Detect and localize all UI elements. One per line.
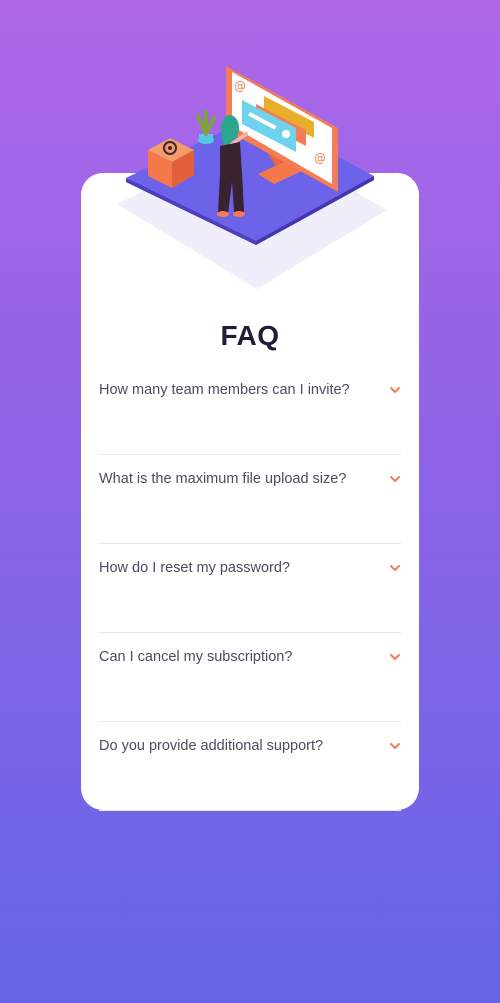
faq-item[interactable]: How do I reset my password? [99,544,401,633]
page-title: FAQ [220,320,280,351]
faq-item[interactable]: Do you provide additional support? [99,722,401,811]
faq-list: How many team members can I invite? What… [99,366,401,811]
chevron-down-icon[interactable] [389,384,401,396]
faq-item[interactable]: Can I cancel my subscription? [99,633,401,722]
woman-at-computer-illustration: @ @ [117,66,387,289]
chevron-down-icon[interactable] [389,562,401,574]
faq-question: How many team members can I invite? [99,382,350,398]
faq-question: What is the maximum file upload size? [99,471,347,487]
chevron-down-icon[interactable] [389,651,401,663]
faq-question: How do I reset my password? [99,560,290,576]
svg-text:@: @ [314,151,326,165]
faq-question: Do you provide additional support? [99,738,324,754]
faq-item[interactable]: What is the maximum file upload size? [99,455,401,544]
faq-item[interactable]: How many team members can I invite? [99,366,401,455]
svg-text:@: @ [234,79,246,93]
chevron-down-icon[interactable] [389,473,401,485]
chevron-down-icon[interactable] [389,740,401,752]
faq-question: Can I cancel my subscription? [99,649,293,665]
